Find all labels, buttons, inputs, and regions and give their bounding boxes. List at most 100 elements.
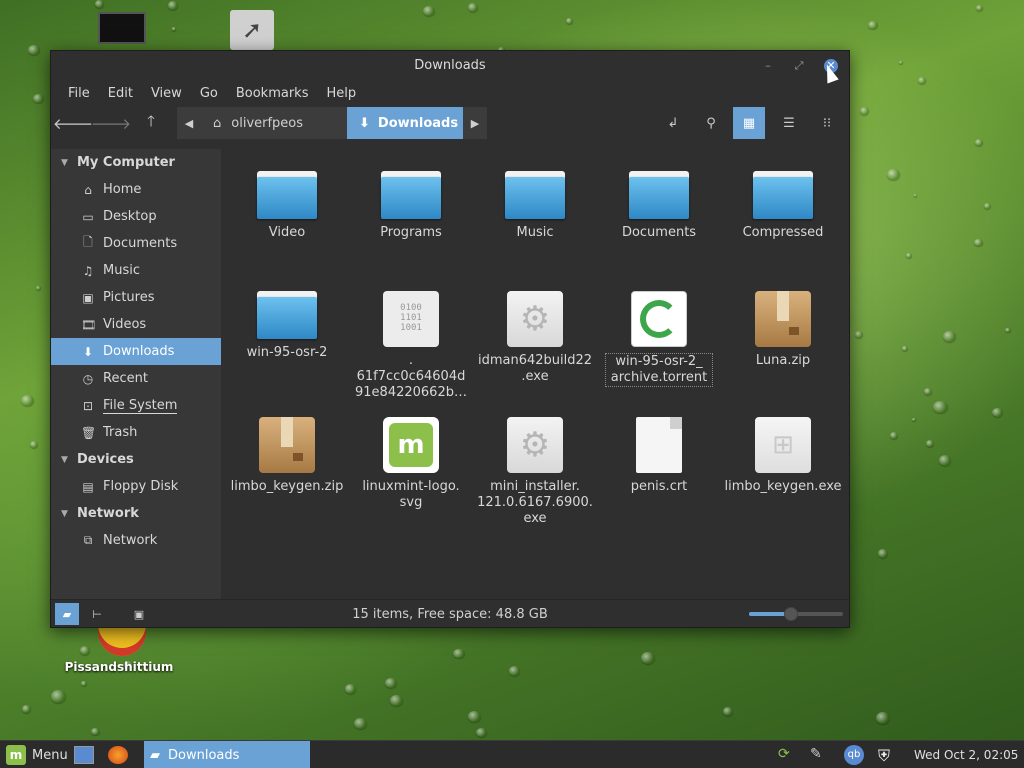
sidebar-item-documents[interactable]: 🗋 Documents [51, 230, 221, 257]
sidebar-item-label: Pictures [103, 290, 155, 305]
icon-view-button[interactable]: ▦ [733, 107, 765, 139]
sidebar-item-trash[interactable]: 🗑 Trash [51, 419, 221, 446]
file-item[interactable]: ⊞ limbo_keygen.exe [721, 417, 845, 495]
rain-drop [91, 728, 100, 736]
taskbar-window-downloads[interactable]: ▰ Downloads [144, 741, 310, 768]
taskbar: m Menu ▰ Downloads ⟳ ✎ qb ⛨ Wed Oct 2, 0… [0, 740, 1024, 768]
menu-bookmarks[interactable]: Bookmarks [227, 86, 318, 101]
shield-icon[interactable]: ⛨ [878, 746, 898, 765]
show-desktop-icon[interactable] [74, 746, 94, 764]
search-button[interactable]: ⚲ [695, 107, 727, 139]
forward-button[interactable]: 🡒 [91, 107, 131, 139]
compact-icon: ⁝⁝ [822, 115, 832, 131]
file-item[interactable]: win-95-osr-2 [225, 291, 349, 361]
search-icon: ⚲ [706, 115, 716, 131]
sidebar-item-label: Recent [103, 371, 148, 386]
file-item-label: mini_installer. 121.0.6167.6900. exe [477, 479, 593, 526]
breadcrumb-home-label: oliverfpeos [231, 115, 304, 131]
drive-icon: ⊡ [82, 398, 94, 413]
menu-button[interactable]: m Menu [6, 745, 68, 765]
network-tray-icon[interactable]: ⟳ [778, 746, 798, 764]
rain-drop [28, 44, 40, 55]
maximize-button[interactable]: ⤢ [792, 59, 806, 73]
file-item[interactable]: 0100 1101 1001 . 61f7cc0c64604d 91e84220662… [349, 291, 473, 401]
rain-drop [938, 455, 952, 466]
pen-tray-icon[interactable]: ✎ [810, 746, 830, 764]
file-item[interactable]: win-95-osr-2_ archive.torrent [597, 291, 721, 387]
floppy-icon: ▤ [82, 479, 94, 494]
firefox-icon[interactable] [108, 746, 128, 764]
sidebar-item-home[interactable]: ⌂ Home [51, 176, 221, 203]
file-item[interactable]: Documents [597, 171, 721, 241]
rain-drop [476, 728, 488, 738]
file-item-label: limbo_keygen.zip [230, 479, 344, 494]
clock-icon: ◷ [82, 371, 94, 386]
sidebar-item-downloads[interactable]: ⬇ Downloads [51, 338, 221, 365]
sidebar-section-network[interactable]: ▼ Network [51, 500, 221, 527]
menu-file[interactable]: File [59, 86, 99, 101]
list-icon: ☰ [783, 115, 795, 131]
location-toggle-button[interactable]: ↲ [657, 107, 689, 139]
rain-drop [94, 0, 104, 8]
rain-drop [452, 648, 465, 659]
sidebar-item-file-system[interactable]: ⊡ File System [51, 392, 221, 419]
home-desktop-icon[interactable]: ➚ [230, 10, 274, 50]
sidebar-item-label: Home [103, 182, 142, 197]
qbittorrent-tray-icon[interactable]: qb [844, 745, 864, 765]
zoom-slider[interactable] [749, 607, 843, 621]
minimize-button[interactable]: – [761, 59, 775, 73]
menu-help[interactable]: Help [317, 86, 365, 101]
video-icon: 🎞 [81, 317, 97, 332]
file-item[interactable]: penis.crt [597, 417, 721, 495]
breadcrumb-scroll-right[interactable]: ▶ [463, 107, 487, 139]
file-item[interactable]: Video [225, 171, 349, 241]
file-item-label: Documents [621, 225, 697, 240]
rain-drop [918, 77, 927, 84]
file-item[interactable]: Programs [349, 171, 473, 241]
list-view-button[interactable]: ☰ [773, 107, 805, 139]
rain-drop [868, 21, 878, 30]
breadcrumb-downloads[interactable]: ⬇ Downloads [347, 107, 463, 139]
sidebar-item-desktop[interactable]: ▭ Desktop [51, 203, 221, 230]
back-button[interactable]: 🡐 [53, 107, 93, 139]
home-icon: ⌂ [84, 182, 92, 197]
file-item[interactable]: limbo_keygen.zip [225, 417, 349, 495]
breadcrumb-scroll-left[interactable]: ◀ [177, 107, 201, 139]
file-item[interactable]: Luna.zip [721, 291, 845, 369]
sidebar-item-label: Documents [103, 236, 178, 251]
rain-drop [30, 441, 39, 449]
compact-view-button[interactable]: ⁝⁝ [811, 107, 843, 139]
sidebar-item-videos[interactable]: 🎞 Videos [51, 311, 221, 338]
file-manager-window: Downloads – ⤢ ✕ File Edit View Go Bookma… [50, 50, 850, 628]
clock[interactable]: Wed Oct 2, 02:05 [914, 748, 1018, 762]
rain-drop [565, 17, 573, 24]
rain-drop [914, 194, 918, 198]
chevron-down-icon: ▼ [61, 454, 68, 465]
sidebar-item-pictures[interactable]: ▣ Pictures [51, 284, 221, 311]
menu-go[interactable]: Go [191, 86, 227, 101]
file-item[interactable]: Compressed [721, 171, 845, 241]
download-icon: ⬇ [359, 115, 370, 131]
up-button[interactable]: 🡑 [135, 107, 167, 139]
menu-view[interactable]: View [142, 86, 191, 101]
sidebar-section-devices[interactable]: ▼ Devices [51, 446, 221, 473]
file-item[interactable]: ⚙ mini_installer. 121.0.6167.6900. exe [473, 417, 597, 527]
sidebar-item-floppy-disk[interactable]: ▤ Floppy Disk [51, 473, 221, 500]
sidebar-item-recent[interactable]: ◷ Recent [51, 365, 221, 392]
file-item-label: Programs [380, 225, 442, 240]
file-item[interactable]: Music [473, 171, 597, 241]
breadcrumb-home[interactable]: ⌂ oliverfpeos [201, 107, 347, 139]
rain-drop [22, 705, 32, 714]
toolbar: 🡐 🡒 🡑 ◀ ⌂ oliverfpeos ⬇ Downloads ▶ ↲ ⚲ … [51, 107, 849, 149]
file-item[interactable]: m linuxmint-logo. svg [349, 417, 473, 511]
computer-desktop-icon[interactable] [98, 12, 146, 48]
file-item[interactable]: ⚙ idman642build22 .exe [473, 291, 597, 385]
rain-drop [35, 285, 42, 291]
title-bar[interactable]: Downloads – ⤢ ✕ [51, 51, 849, 79]
sidebar-section-my-computer[interactable]: ▼ My Computer [51, 149, 221, 176]
sidebar-item-music[interactable]: ♫ Music [51, 257, 221, 284]
folder-icon [381, 171, 441, 219]
sidebar-item-network[interactable]: ⧉ Network [51, 527, 221, 554]
status-bar: ▰ ⊢ ▣ 15 items, Free space: 48.8 GB [51, 599, 849, 627]
menu-edit[interactable]: Edit [99, 86, 142, 101]
